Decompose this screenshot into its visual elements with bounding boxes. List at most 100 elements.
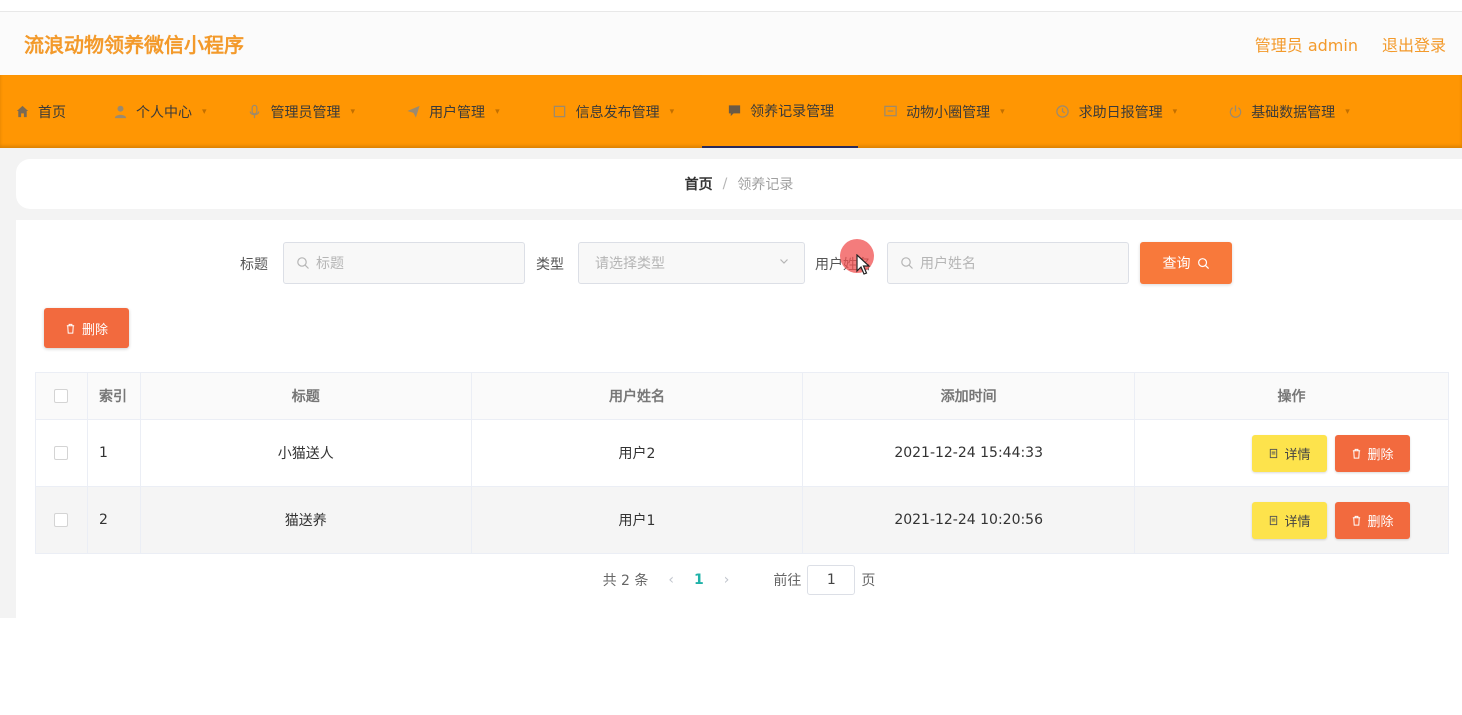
query-button[interactable]: 查询 bbox=[1140, 242, 1232, 284]
row-time: 2021-12-24 15:44:33 bbox=[802, 419, 1136, 487]
next-page-button[interactable]: › bbox=[724, 572, 730, 588]
square-icon bbox=[552, 104, 568, 120]
detail-button[interactable]: 详情 bbox=[1251, 434, 1327, 472]
nav-item-help-daily[interactable]: 求助日报管理 ▾ bbox=[1041, 75, 1192, 148]
breadcrumb-separator: / bbox=[722, 176, 728, 192]
detail-button-label: 详情 bbox=[1284, 447, 1311, 463]
select-all-checkbox[interactable] bbox=[54, 389, 69, 403]
type-filter-label: 类型 bbox=[536, 257, 564, 273]
username-search-input[interactable]: 用户姓名 bbox=[887, 242, 1129, 284]
current-user-label[interactable]: 管理员 admin bbox=[1255, 32, 1358, 56]
row-title: 小猫送人 bbox=[139, 419, 472, 487]
pagination: 共 2 条 ‹ 1 › 前往 1 页 bbox=[16, 565, 1462, 595]
nav-item-label: 管理员管理 bbox=[270, 104, 341, 121]
row-checkbox[interactable] bbox=[54, 513, 69, 527]
goto-label: 前往 bbox=[773, 573, 802, 589]
table-row: 1 小猫送人 用户2 2021-12-24 15:44:33 详情 删除 bbox=[35, 419, 1449, 487]
nav-item-label: 用户管理 bbox=[429, 104, 486, 121]
mic-icon bbox=[247, 104, 263, 120]
detail-button-label: 详情 bbox=[1284, 514, 1311, 530]
page-number-current[interactable]: 1 bbox=[694, 572, 704, 588]
chevron-down-icon: ▾ bbox=[350, 106, 356, 117]
prev-page-button[interactable]: ‹ bbox=[668, 572, 674, 588]
query-button-label: 查询 bbox=[1162, 256, 1191, 272]
chat-icon bbox=[726, 103, 742, 119]
chevron-down-icon: ▾ bbox=[202, 106, 207, 117]
row-username: 用户1 bbox=[470, 486, 804, 554]
nav-item-label: 个人中心 bbox=[136, 104, 192, 121]
app-title: 流浪动物领养微信小程序 bbox=[24, 33, 244, 57]
row-select-cell bbox=[35, 486, 88, 554]
delete-button[interactable]: 删除 bbox=[1334, 501, 1410, 539]
chevron-down-icon: ▾ bbox=[1345, 106, 1350, 117]
row-index: 2 bbox=[86, 486, 141, 554]
message-icon bbox=[882, 104, 898, 120]
nav-item-label: 求助日报管理 bbox=[1078, 104, 1163, 121]
nav-item-label: 领养记录管理 bbox=[750, 103, 835, 120]
nav-item-animal-circle[interactable]: 动物小圈管理 ▾ bbox=[868, 75, 1019, 148]
chevron-down-icon: ▾ bbox=[669, 106, 675, 117]
column-header-title: 标题 bbox=[139, 372, 472, 420]
nav-item-user-manage[interactable]: 用户管理 ▾ bbox=[391, 75, 514, 148]
nav-item-admin-manage[interactable]: 管理员管理 ▾ bbox=[233, 75, 370, 148]
chevron-down-icon bbox=[778, 255, 790, 271]
trash-icon bbox=[1351, 515, 1362, 526]
username-search-placeholder: 用户姓名 bbox=[920, 256, 976, 272]
nav-item-base-data[interactable]: 基础数据管理 ▾ bbox=[1213, 75, 1364, 148]
chevron-down-icon: ▾ bbox=[495, 106, 500, 117]
content-panel: 标题 标题 类型 请选择类型 用户姓名 用户姓名 查询 删除 索引 标题 bbox=[16, 220, 1462, 618]
batch-delete-label: 删除 bbox=[81, 322, 108, 338]
row-checkbox[interactable] bbox=[54, 446, 69, 460]
search-icon bbox=[296, 256, 310, 270]
delete-button-label: 删除 bbox=[1367, 514, 1394, 530]
breadcrumb: 首页 / 领养记录 bbox=[16, 159, 1462, 209]
adopt-record-table: 索引 标题 用户姓名 添加时间 操作 1 小猫送人 用户2 2021-12-24… bbox=[35, 372, 1449, 554]
breadcrumb-home[interactable]: 首页 bbox=[685, 174, 713, 194]
nav-item-adopt-record[interactable]: 领养记录管理 bbox=[702, 75, 859, 148]
chevron-down-icon: ▾ bbox=[1000, 106, 1005, 117]
column-header-time: 添加时间 bbox=[802, 372, 1136, 420]
column-header-actions: 操作 bbox=[1134, 372, 1449, 420]
nav-item-label: 动物小圈管理 bbox=[906, 104, 991, 121]
mouse-cursor-icon bbox=[856, 254, 871, 275]
row-actions: 详情 删除 bbox=[1134, 419, 1449, 487]
delete-button[interactable]: 删除 bbox=[1334, 434, 1410, 472]
title-search-placeholder: 标题 bbox=[316, 256, 344, 272]
row-select-cell bbox=[35, 419, 88, 487]
row-index: 1 bbox=[86, 419, 141, 487]
title-filter-label: 标题 bbox=[240, 257, 268, 273]
goto-page-input[interactable]: 1 bbox=[807, 565, 856, 595]
table-header-row: 索引 标题 用户姓名 添加时间 操作 bbox=[35, 372, 1449, 420]
nav-item-info-publish[interactable]: 信息发布管理 ▾ bbox=[538, 75, 689, 148]
clock-icon bbox=[1055, 104, 1071, 120]
type-select-placeholder: 请选择类型 bbox=[595, 256, 665, 272]
header-user-area: 管理员 admin 退出登录 bbox=[1255, 32, 1446, 56]
nav-item-home[interactable]: 首页 bbox=[0, 75, 80, 148]
nav-item-label: 基础数据管理 bbox=[1251, 104, 1336, 121]
row-title: 猫送养 bbox=[139, 486, 472, 554]
nav-item-profile[interactable]: 个人中心 ▾ bbox=[98, 75, 221, 148]
row-time: 2021-12-24 10:20:56 bbox=[802, 486, 1136, 554]
breadcrumb-current: 领养记录 bbox=[737, 177, 794, 193]
pagination-total: 共 2 条 bbox=[602, 573, 649, 589]
page-suffix-label: 页 bbox=[861, 573, 876, 589]
select-all-cell bbox=[35, 372, 88, 420]
table-row: 2 猫送养 用户1 2021-12-24 10:20:56 详情 删除 bbox=[35, 486, 1449, 554]
nav-item-label: 信息发布管理 bbox=[575, 104, 660, 121]
column-header-username: 用户姓名 bbox=[470, 372, 804, 420]
detail-button[interactable]: 详情 bbox=[1251, 501, 1327, 539]
send-icon bbox=[405, 104, 421, 120]
title-search-input[interactable]: 标题 bbox=[283, 242, 525, 284]
type-select[interactable]: 请选择类型 bbox=[578, 242, 805, 284]
window-top-edge bbox=[0, 0, 1462, 12]
logout-link[interactable]: 退出登录 bbox=[1382, 32, 1446, 56]
user-icon bbox=[112, 104, 128, 120]
power-icon bbox=[1227, 104, 1243, 120]
search-icon bbox=[900, 256, 914, 270]
home-icon bbox=[14, 104, 30, 120]
batch-delete-button[interactable]: 删除 bbox=[44, 308, 129, 348]
column-header-index: 索引 bbox=[86, 372, 141, 420]
document-icon bbox=[1268, 515, 1279, 526]
search-form: 标题 标题 类型 请选择类型 用户姓名 用户姓名 查询 bbox=[16, 242, 1462, 284]
trash-icon bbox=[1351, 448, 1362, 459]
